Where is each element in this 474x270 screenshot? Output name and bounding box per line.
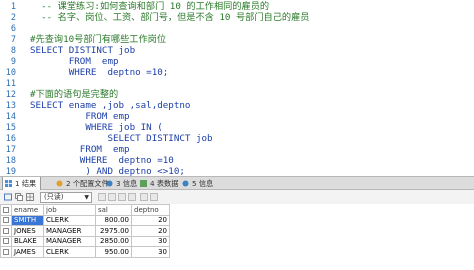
info-icon <box>182 180 189 187</box>
checkbox[interactable] <box>3 206 9 213</box>
cell-deptno[interactable]: 20 <box>131 214 170 226</box>
tab-label: 5 信息 <box>192 179 214 188</box>
row-checkbox-cell[interactable] <box>0 225 12 237</box>
first-row-icon[interactable] <box>98 193 106 201</box>
result-grid: ename job sal deptno SMITH CLERK 800.00 … <box>0 204 474 270</box>
cell-sal[interactable]: 2975.00 <box>95 225 132 237</box>
table-icon <box>140 180 147 187</box>
chevron-down-icon: ▼ <box>84 194 89 201</box>
column-header-sal[interactable]: sal <box>95 204 132 216</box>
row-checkbox-cell[interactable] <box>0 214 12 226</box>
result-table: ename job sal deptno SMITH CLERK 800.00 … <box>0 204 170 258</box>
cell-job[interactable]: CLERK <box>43 246 96 258</box>
cell-ename[interactable]: JONES <box>11 225 44 237</box>
table-row[interactable]: BLAKE MANAGER 2850.00 30 <box>0 235 170 247</box>
copy-icon[interactable] <box>15 193 23 201</box>
cell-sal[interactable]: 800.00 <box>95 214 132 226</box>
next-row-icon[interactable] <box>118 193 126 201</box>
row-checkbox-cell[interactable] <box>0 235 12 247</box>
tab-info-2[interactable]: 5 信息 <box>180 177 213 190</box>
cell-sal[interactable]: 2850.00 <box>95 235 132 247</box>
profile-icon <box>56 180 63 187</box>
table-row[interactable]: SMITH CLERK 800.00 20 <box>0 214 170 226</box>
cell-deptno[interactable]: 30 <box>131 246 170 258</box>
export-icon[interactable] <box>4 193 12 201</box>
tab-table-data[interactable]: 4 表数据 <box>138 177 178 190</box>
grid-view-icon[interactable] <box>26 193 34 201</box>
cell-job[interactable]: MANAGER <box>43 235 96 247</box>
readonly-select-value: (只读) <box>44 193 64 201</box>
code-text[interactable]: ) AND deptno <>10; <box>30 166 185 176</box>
tab-label: 4 表数据 <box>150 179 179 188</box>
result-toolbar: (只读) ▼ <box>0 190 474 204</box>
tab-info[interactable]: 3 信息 <box>104 177 137 190</box>
column-header-job[interactable]: job <box>43 204 96 216</box>
select-all-cell[interactable] <box>0 204 12 216</box>
checkbox[interactable] <box>3 227 9 234</box>
cell-sal[interactable]: 950.00 <box>95 246 132 258</box>
sql-editor[interactable]: 1 -- 课堂练习:如何查询和部门 10 的工作相同的雇员的 2 -- 名字、岗… <box>0 0 474 176</box>
tab-label: 2 个配置文件 <box>66 179 109 188</box>
info-icon <box>106 180 113 187</box>
cell-job[interactable]: CLERK <box>43 214 96 226</box>
code-line[interactable]: 19 ) AND deptno <>10; <box>0 166 474 176</box>
tab-result[interactable]: 1 结果 <box>2 177 42 190</box>
tab-label: 1 结果 <box>15 179 37 188</box>
cell-ename[interactable]: JAMES <box>11 246 44 258</box>
readonly-select[interactable]: (只读) ▼ <box>40 192 92 203</box>
cell-job[interactable]: MANAGER <box>43 225 96 237</box>
cell-ename[interactable]: BLAKE <box>11 235 44 247</box>
tab-label: 3 信息 <box>116 179 138 188</box>
column-header-deptno[interactable]: deptno <box>131 204 170 216</box>
cell-deptno[interactable]: 30 <box>131 235 170 247</box>
line-number: 19 <box>5 167 16 176</box>
checkbox[interactable] <box>3 217 9 224</box>
cell-ename[interactable]: SMITH <box>11 214 44 226</box>
table-header-row: ename job sal deptno <box>0 204 170 216</box>
column-header-ename[interactable]: ename <box>11 204 44 216</box>
filter-icon[interactable] <box>140 193 148 201</box>
tab-profiles[interactable]: 2 个配置文件 <box>54 177 109 190</box>
last-row-icon[interactable] <box>128 193 136 201</box>
cell-deptno[interactable]: 20 <box>131 225 170 237</box>
table-row[interactable]: JAMES CLERK 950.00 30 <box>0 246 170 258</box>
result-tabs: 1 结果 2 个配置文件 3 信息 4 表数据 5 信息 <box>0 176 474 190</box>
row-checkbox-cell[interactable] <box>0 246 12 258</box>
grid-icon <box>5 180 12 187</box>
refresh-icon[interactable] <box>150 193 158 201</box>
prev-row-icon[interactable] <box>108 193 116 201</box>
table-row[interactable]: JONES MANAGER 2975.00 20 <box>0 225 170 237</box>
checkbox[interactable] <box>3 248 9 255</box>
checkbox[interactable] <box>3 238 9 245</box>
